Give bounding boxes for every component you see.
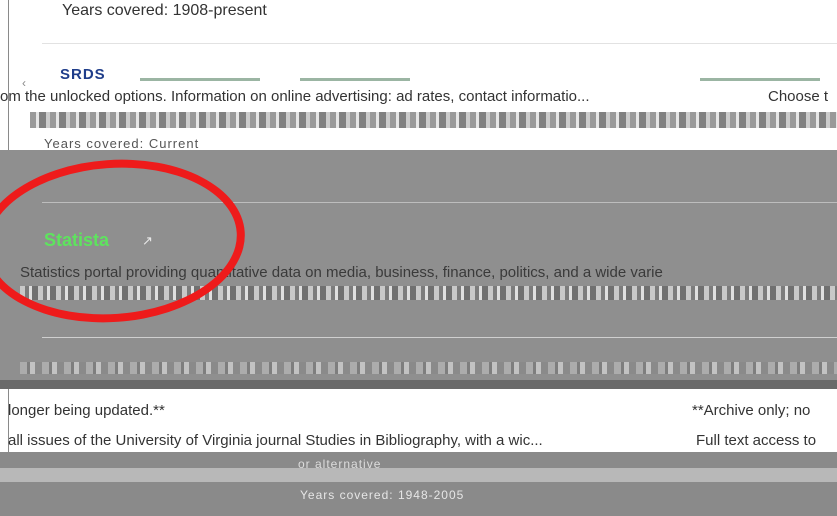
years-covered-top: Years covered: 1908-present — [62, 2, 267, 19]
dark-strip — [0, 380, 837, 389]
gray-overlay-band-lower — [0, 452, 837, 516]
garbled-segment — [140, 78, 260, 81]
studies-in-bibliography-description: all issues of the University of Virginia… — [8, 432, 543, 449]
garbled-text: or alternative — [298, 457, 382, 471]
garbled-segment — [700, 78, 820, 81]
divider-top — [42, 43, 837, 44]
srds-description: om the unlocked options. Information on … — [0, 88, 590, 105]
garbled-noise-line — [20, 362, 837, 374]
srds-title[interactable]: SRDS — [60, 66, 106, 83]
divider-gray-lower — [42, 337, 837, 338]
archive-only-note: **Archive only; no — [692, 402, 811, 419]
full-text-access-text: Full text access to — [696, 432, 817, 449]
garbled-link-line — [30, 112, 837, 128]
srds-choose-text: Choose t — [768, 88, 829, 105]
garbled-years-covered: Years covered: 1948-2005 — [300, 488, 465, 502]
no-longer-updated-note: longer being updated.** — [8, 402, 165, 419]
srds-years-covered: Years covered: Current — [44, 136, 200, 151]
garbled-segment — [300, 78, 410, 81]
gray-overlay-mid — [0, 468, 837, 482]
